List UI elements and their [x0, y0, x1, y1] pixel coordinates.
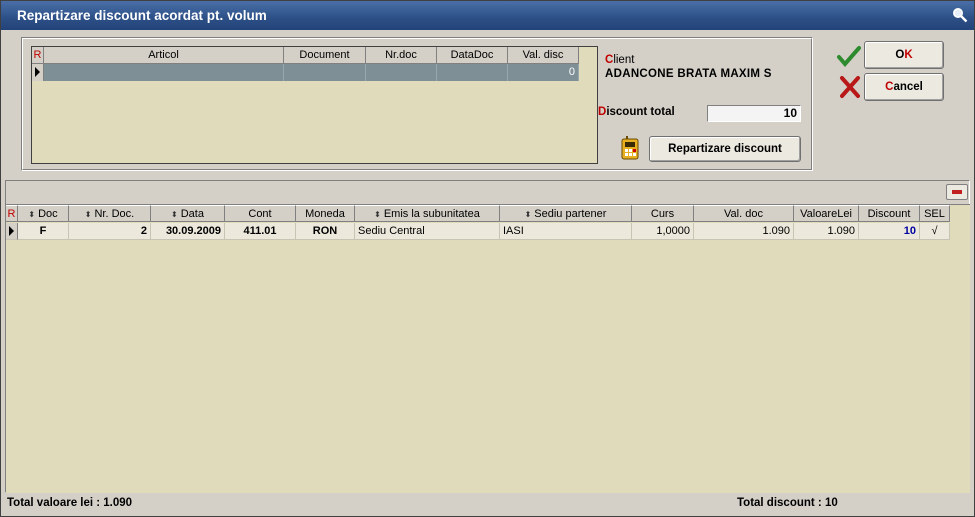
- col-data[interactable]: ⬍ Data: [151, 205, 225, 222]
- cell-nr-doc[interactable]: 2: [69, 223, 151, 240]
- col-articol[interactable]: Articol: [44, 47, 284, 64]
- sort-icon: ⬍: [524, 210, 532, 219]
- sort-icon: ⬍: [171, 210, 178, 219]
- discount-total-input[interactable]: 10: [707, 105, 801, 122]
- cell-nrdoc[interactable]: [366, 64, 437, 81]
- check-icon: [837, 46, 861, 67]
- repartizare-discount-button[interactable]: Repartizare discount: [649, 136, 801, 162]
- cell-data[interactable]: 30.09.2009: [151, 223, 225, 240]
- cell-valdisc[interactable]: 0: [508, 64, 579, 81]
- cell-curs[interactable]: 1,0000: [632, 223, 694, 240]
- search-icon[interactable]: [952, 7, 968, 23]
- col-nr-doc[interactable]: ⬍ Nr. Doc.: [69, 205, 151, 222]
- col-datadoc[interactable]: DataDoc: [437, 47, 508, 64]
- cancel-x-icon: [840, 76, 860, 98]
- cell-sediu-partener[interactable]: IASI: [500, 223, 632, 240]
- col-doc[interactable]: ⬍ Doc: [18, 205, 69, 222]
- client-name: ADANCONE BRATA MAXIM S: [605, 68, 772, 80]
- cell-emis[interactable]: Sediu Central: [355, 223, 500, 240]
- title-bar: Repartizare discount acordat pt. volum: [1, 1, 974, 30]
- col-curs[interactable]: Curs: [632, 205, 694, 222]
- sort-icon: ⬍: [84, 210, 92, 219]
- row-pointer-icon: [35, 67, 40, 77]
- cell-sel[interactable]: √: [920, 223, 950, 240]
- col-discount[interactable]: Discount: [859, 205, 920, 222]
- articles-grid[interactable]: R Articol Document Nr.doc DataDoc Val. d…: [31, 46, 598, 164]
- col-valoare-lei[interactable]: ValoareLei: [794, 205, 859, 222]
- col-moneda[interactable]: Moneda: [296, 205, 355, 222]
- col-document[interactable]: Document: [284, 47, 366, 64]
- cell-doc[interactable]: F: [18, 223, 69, 240]
- col-nrdoc[interactable]: Nr.doc: [366, 47, 437, 64]
- calculator-icon: [621, 136, 639, 160]
- client-label: Client: [605, 54, 635, 66]
- row-indicator: [32, 64, 44, 81]
- col-r[interactable]: R: [6, 205, 18, 222]
- col-r[interactable]: R: [32, 47, 44, 64]
- minus-icon: [952, 190, 962, 194]
- window-title: Repartizare discount acordat pt. volum: [17, 8, 267, 23]
- dialog-window: Repartizare discount acordat pt. volum R…: [0, 0, 975, 517]
- col-val-doc[interactable]: Val. doc: [694, 205, 794, 222]
- cell-moneda[interactable]: RON: [296, 223, 355, 240]
- ok-button[interactable]: OK: [864, 41, 944, 69]
- total-valoare-label: Total valoare lei : 1.090: [7, 497, 133, 509]
- total-discount-label: Total discount : 10: [737, 497, 838, 509]
- documents-grid[interactable]: R ⬍ Doc ⬍ Nr. Doc. ⬍ Data Cont Moneda ⬍ Emis…: [6, 204, 970, 493]
- cell-discount[interactable]: 10: [859, 223, 920, 240]
- col-emis[interactable]: ⬍ Emis la subunitatea: [355, 205, 500, 222]
- col-sediu-partener[interactable]: ⬍ Sediu partener: [500, 205, 632, 222]
- cell-articol[interactable]: [44, 64, 284, 81]
- col-sel[interactable]: SEL: [920, 205, 950, 222]
- sort-icon: ⬍: [28, 210, 36, 219]
- row-pointer-icon: [9, 226, 14, 236]
- cell-datadoc[interactable]: [437, 64, 508, 81]
- collapse-button[interactable]: [946, 184, 968, 200]
- discount-total-label: Discount total: [598, 106, 675, 118]
- col-cont[interactable]: Cont: [225, 205, 296, 222]
- cell-cont[interactable]: 411.01: [225, 223, 296, 240]
- sort-icon: ⬍: [374, 210, 381, 219]
- row-indicator: [6, 223, 18, 240]
- cell-valoare-lei[interactable]: 1.090: [794, 223, 859, 240]
- col-valdisc[interactable]: Val. disc: [508, 47, 579, 64]
- cancel-button[interactable]: Cancel: [864, 73, 944, 101]
- cell-document[interactable]: [284, 64, 366, 81]
- cell-val-doc[interactable]: 1.090: [694, 223, 794, 240]
